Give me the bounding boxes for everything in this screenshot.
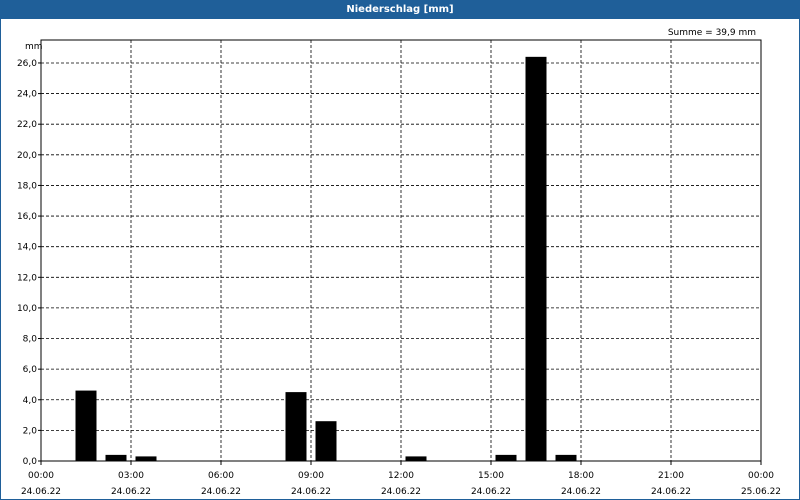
precip-bar [525,56,547,462]
precip-bar [555,454,577,461]
bar-series [75,56,577,462]
y-tick-label: 22,0 [17,120,37,130]
x-tick-date-label: 24.06.22 [111,487,151,497]
precip-bar [105,454,127,461]
y-axis-unit-label: mm [25,42,43,52]
x-tick-time-label: 21:00 [658,471,684,481]
y-tick-label: 20,0 [17,151,37,161]
x-tick-time-label: 12:00 [388,471,414,481]
x-axis-ticks: 00:00 24.06.22 03:00 24.06.22 06:00 24.06.22 0… [21,461,781,497]
x-tick-time-label: 00:00 [28,471,54,481]
precip-bar [75,390,97,461]
x-tick-date-label: 24.06.22 [381,487,421,497]
y-tick-label: 4,0 [23,396,38,406]
chart-window: Niederschlag [mm] Summe = 39,9 mm mm 0,0… [0,0,800,500]
x-tick-time-label: 18:00 [568,471,594,481]
summary-label: Summe = 39,9 mm [668,28,756,38]
y-tick-label: 6,0 [23,365,38,375]
x-tick-time-label: 06:00 [208,471,234,481]
y-tick-label: 26,0 [17,59,37,69]
x-tick-time-label: 09:00 [298,471,324,481]
y-tick-label: 10,0 [17,304,37,314]
x-tick-time-label: 00:00 [748,471,774,481]
y-tick-label: 0,0 [23,457,38,467]
precipitation-chart: Summe = 39,9 mm mm 0,0 2,0 4,0 6,0 8,0 10,0 12… [17,28,781,497]
chart-title: Niederschlag [mm] [1,1,799,19]
y-tick-label: 8,0 [23,335,38,345]
y-tick-label: 18,0 [17,181,37,191]
y-tick-label: 14,0 [17,243,37,253]
x-tick-date-label: 24.06.22 [291,487,331,497]
x-tick-date-label: 25.06.22 [741,487,781,497]
precip-bar [315,421,337,461]
grid-lines [41,40,761,461]
precip-bar [495,454,517,461]
x-tick-time-label: 03:00 [118,471,144,481]
x-tick-date-label: 24.06.22 [651,487,691,497]
y-tick-label: 16,0 [17,212,37,222]
precip-bar [135,456,157,461]
x-tick-time-label: 15:00 [478,471,504,481]
y-tick-label: 2,0 [23,426,38,436]
y-axis-ticks: 0,0 2,0 4,0 6,0 8,0 10,0 12,0 14,0 16,0 18,0 20,0 2… [17,59,41,467]
y-tick-label: 24,0 [17,90,37,100]
y-tick-label: 12,0 [17,273,37,283]
precip-bar [285,392,307,461]
x-tick-date-label: 24.06.22 [471,487,511,497]
x-tick-date-label: 24.06.22 [201,487,241,497]
precip-bar [405,456,427,461]
x-tick-date-label: 24.06.22 [561,487,601,497]
x-tick-date-label: 24.06.22 [21,487,61,497]
